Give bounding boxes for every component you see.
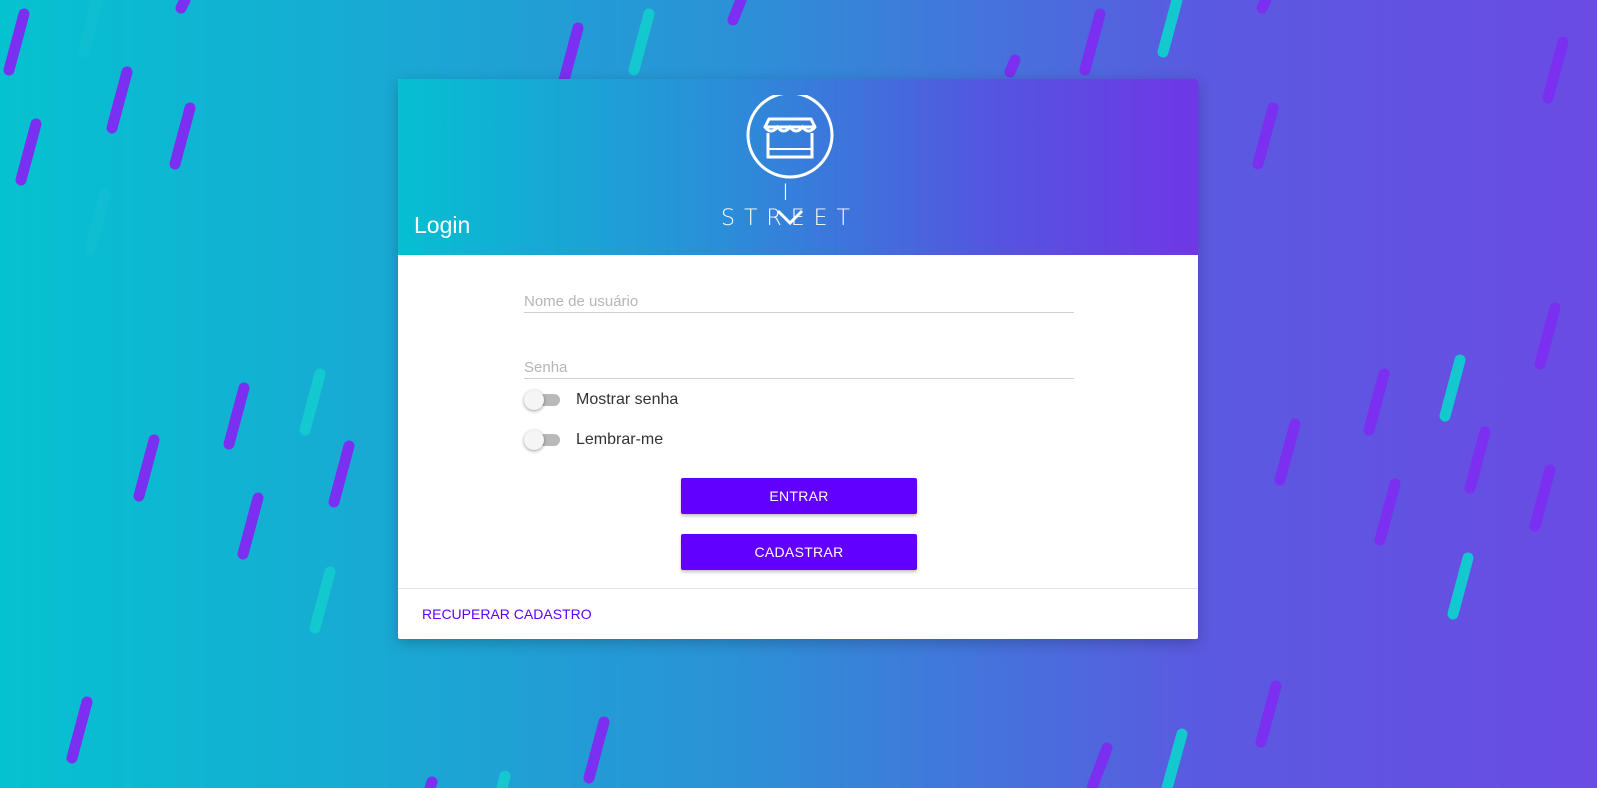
register-button[interactable]: CADASTRAR [681, 534, 917, 570]
username-input[interactable] [524, 293, 1074, 310]
remember-me-row: Lembrar-me [524, 430, 663, 450]
username-field [524, 277, 1074, 313]
page-title: Login [414, 212, 471, 238]
remember-me-toggle[interactable] [524, 430, 560, 450]
toggle-thumb [524, 430, 544, 450]
show-password-row: Mostrar senha [524, 390, 678, 410]
brand-logo: I STREET [710, 91, 870, 231]
card-footer: RECUPERAR CADASTRO [398, 588, 1198, 639]
brand-name: I STREET [721, 181, 859, 231]
login-card: I STREET Login Mostrar senha Lembrar-me … [398, 79, 1198, 639]
password-input[interactable] [524, 359, 1074, 376]
login-form: Mostrar senha Lembrar-me ENTRAR CADASTRA… [398, 255, 1198, 588]
recover-account-link[interactable]: RECUPERAR CADASTRO [422, 606, 592, 622]
enter-button[interactable]: ENTRAR [681, 478, 917, 514]
password-field [524, 343, 1074, 379]
remember-me-label: Lembrar-me [576, 431, 664, 448]
show-password-label: Mostrar senha [576, 391, 679, 408]
toggle-thumb [524, 390, 544, 410]
card-header: I STREET Login [398, 79, 1198, 255]
show-password-toggle[interactable] [524, 390, 560, 410]
